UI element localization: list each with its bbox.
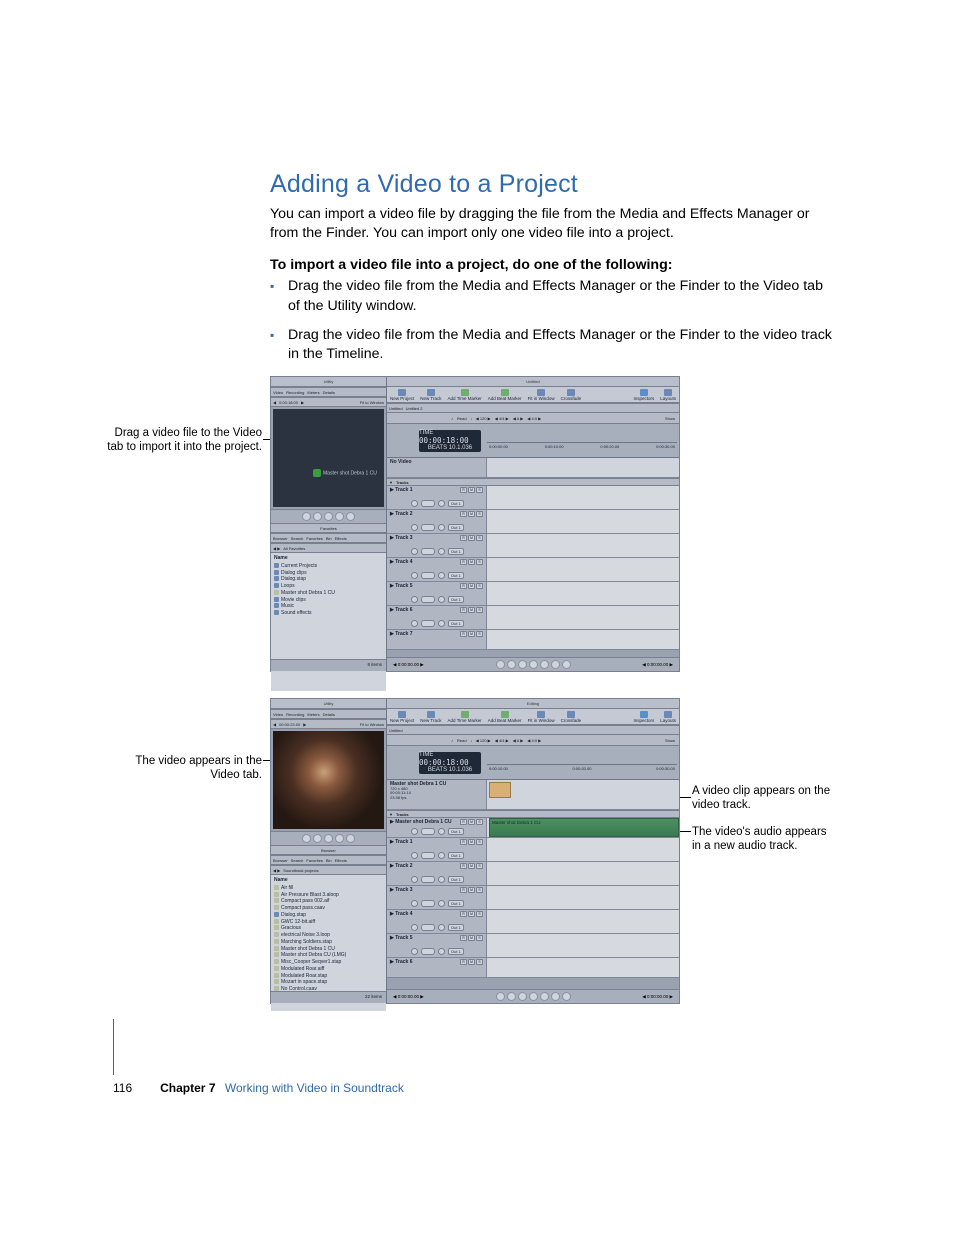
- audio-track[interactable]: ▶ Track 1 RMS Out 1: [387, 838, 679, 862]
- list-status-bar: 8 items: [271, 659, 386, 671]
- figure-1: Drag a video file to the Video tab to im…: [270, 376, 834, 672]
- timeline-transport[interactable]: ◀ 0:00:00.00 ▶ ◀ 0:00:00.00 ▶: [387, 657, 679, 671]
- video-clip[interactable]: [489, 782, 511, 798]
- chapter-title: Working with Video in Soundtrack: [225, 1081, 404, 1095]
- utility-tabs[interactable]: Video Recording Meters Details: [271, 709, 386, 719]
- audio-track[interactable]: ▶ Track 5 RMS Out 1: [387, 934, 679, 958]
- timeline-titlebar: Editing: [387, 699, 679, 709]
- screenshot-1: Utility Video Recording Meters Details ◀…: [270, 376, 680, 672]
- browser-tabs[interactable]: Browser Search Favorites Bin Effects: [271, 855, 386, 865]
- screenshot-2: Utility Video Recording Meters Details ◀…: [270, 698, 680, 1004]
- timeline-toolbar[interactable]: New Project New Track Add Time Marker Ad…: [387, 387, 679, 403]
- callout-right-bottom: The video's audio appears in a new audio…: [692, 825, 832, 854]
- page-number: 116: [113, 1081, 132, 1095]
- utility-titlebar: Utility: [271, 377, 386, 387]
- audio-track[interactable]: ▶ Track 6 RMS Out 1: [387, 606, 679, 630]
- favorites-dropdown[interactable]: ◀ ▶All Favorites: [271, 543, 386, 553]
- browser-tabs[interactable]: Browser Search Favorites Bin Effects: [271, 533, 386, 543]
- audio-track[interactable]: ▶ Track 1 RMS Out 1: [387, 486, 679, 510]
- favorites-header: Favorites: [271, 523, 386, 533]
- audio-track[interactable]: ▶ Track 7 RMS: [387, 630, 679, 650]
- timeline-ruler[interactable]: TIME 00:00:18:00 BEATS 10.1.036 0:00:00.…: [387, 424, 679, 458]
- audio-track[interactable]: ▶ Track 6 RMS: [387, 958, 679, 978]
- list-status-bar: 22 items: [271, 991, 386, 1003]
- audio-track[interactable]: ▶ Track 2 RMS Out 1: [387, 510, 679, 534]
- timeline-titlebar: Untitled: [387, 377, 679, 387]
- footer-rule: [113, 1019, 114, 1075]
- callout-left-2: The video appears in the Video tab.: [107, 754, 262, 783]
- audio-track-with-clip[interactable]: ▶ Master shot Debra 1 CU RMS Out 1 Maste…: [387, 818, 679, 838]
- video-tc-row: ◀0:00:18:00▶ Fit to Window: [271, 397, 386, 407]
- path-dropdown[interactable]: ◀ ▶Soundtrack projects: [271, 865, 386, 875]
- intro-paragraph: You can import a video file by dragging …: [270, 205, 834, 243]
- audio-track[interactable]: ▶ Track 5 RMS Out 1: [387, 582, 679, 606]
- transport-controls[interactable]: [271, 509, 386, 523]
- transport-controls[interactable]: [271, 831, 386, 845]
- utility-titlebar: Utility: [271, 699, 386, 709]
- step-item: Drag the video file from the Media and E…: [270, 277, 834, 315]
- chapter-label: Chapter 7: [160, 1081, 215, 1095]
- utility-tabs[interactable]: Video Recording Meters Details: [271, 387, 386, 397]
- audio-track[interactable]: ▶ Track 4 RMS Out 1: [387, 910, 679, 934]
- audio-track[interactable]: ▶ Track 3 RMS Out 1: [387, 534, 679, 558]
- video-track-empty[interactable]: No Video: [387, 458, 679, 478]
- audio-track[interactable]: ▶ Track 2 RMS Out 1: [387, 862, 679, 886]
- audio-track[interactable]: ▶ Track 4 RMS Out 1: [387, 558, 679, 582]
- doc-tabs[interactable]: Untitled Untitled 2: [387, 403, 679, 413]
- video-preview-empty[interactable]: Master shot Debra 1 CU: [273, 409, 384, 507]
- step-item: Drag the video file from the Media and E…: [270, 326, 834, 364]
- video-track[interactable]: Master shot Debra 1 CU 720 x 480 00:00:1…: [387, 780, 679, 810]
- figure-2: The video appears in the Video tab. A vi…: [270, 698, 834, 1004]
- control-row[interactable]: ♪ Read ♩ ◀ 120 ▶ ◀ 4/4 ▶ ◀ A ▶ ◀ 4:0 ▶ S…: [387, 735, 679, 746]
- browser-header: Browser: [271, 845, 386, 855]
- audio-clip[interactable]: Master shot Debra 1 CU: [489, 818, 679, 837]
- callout-left-1: Drag a video file to the Video tab to im…: [107, 426, 262, 455]
- section-heading: Adding a Video to a Project: [270, 170, 834, 199]
- doc-tabs[interactable]: Untitled: [387, 725, 679, 735]
- lead-instruction: To import a video file into a project, d…: [270, 257, 834, 273]
- timeline-ruler[interactable]: TIME 00:00:18:00 BEATS 10.1.036 0:00:10.…: [387, 746, 679, 780]
- audio-track[interactable]: ▶ Track 3 RMS Out 1: [387, 886, 679, 910]
- drop-file-icon: Master shot Debra 1 CU: [313, 469, 347, 479]
- tracks-header: ▼ Tracks: [387, 810, 679, 818]
- control-row[interactable]: ♪ Read ♩ ◀ 120 ▶ ◀ 4/4 ▶ ◀ A ▶ ◀ 4:0 ▶ S…: [387, 413, 679, 424]
- tracks-header: ▼ Tracks: [387, 478, 679, 486]
- page-footer: 116 Chapter 7 Working with Video in Soun…: [113, 1081, 404, 1095]
- timeline-toolbar[interactable]: New Project New Track Add Time Marker Ad…: [387, 709, 679, 725]
- steps-list: Drag the video file from the Media and E…: [270, 277, 834, 364]
- timeline-transport[interactable]: ◀ 0:00:00.00 ▶ ◀ 0:00:00.00 ▶: [387, 989, 679, 1003]
- video-preview[interactable]: [273, 731, 384, 829]
- callout-right-top: A video clip appears on the video track.: [692, 784, 832, 813]
- video-tc-row: ◀00:00:23.00▶ Fit to Window: [271, 719, 386, 729]
